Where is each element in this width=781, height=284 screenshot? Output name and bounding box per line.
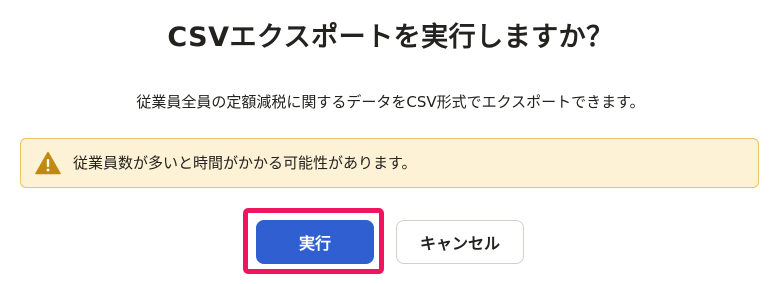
execute-button[interactable]: 実行 — [256, 220, 374, 264]
dialog-description: 従業員全員の定額減税に関するデータをCSV形式でエクスポートできます。 — [136, 93, 645, 111]
csv-export-dialog: CSVエクスポートを実行しますか？ 従業員全員の定額減税に関するデータをCSV形… — [0, 0, 781, 284]
warning-icon — [35, 151, 61, 175]
dialog-title: CSVエクスポートを実行しますか？ — [167, 22, 614, 53]
warning-banner: 従業員数が多いと時間がかかる可能性があります。 — [20, 138, 759, 188]
cancel-button[interactable]: キャンセル — [396, 220, 524, 264]
warning-text: 従業員数が多いと時間がかかる可能性があります。 — [73, 154, 417, 172]
dialog-actions: 実行 キャンセル — [0, 208, 781, 276]
